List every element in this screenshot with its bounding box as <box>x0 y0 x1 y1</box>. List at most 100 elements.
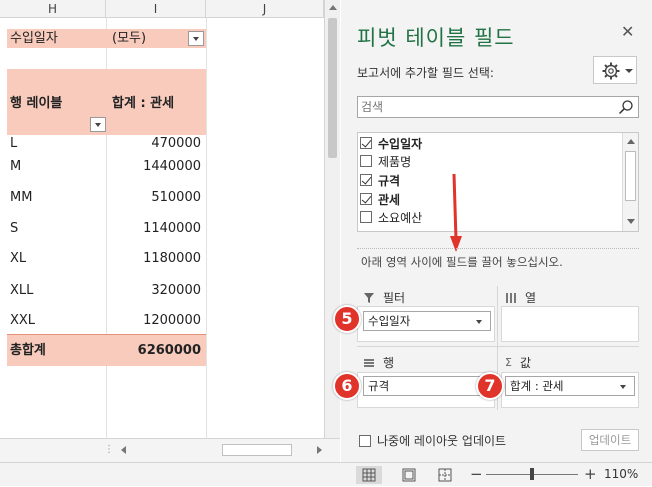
search-icon[interactable] <box>618 99 634 115</box>
value-field-pill[interactable]: 합계 : 관세 <box>505 376 635 396</box>
filters-label-text: 필터 <box>383 291 406 305</box>
rows-area-label: 행 <box>363 354 394 371</box>
columns-icon <box>506 292 516 303</box>
column-header-i[interactable]: I <box>106 0 206 18</box>
row-label: M <box>10 159 22 174</box>
field-checkbox[interactable] <box>360 193 372 205</box>
zoom-slider-handle[interactable] <box>530 468 534 480</box>
defer-layout-update[interactable]: 나중에 레이아웃 업데이트 <box>359 432 506 449</box>
zoom-in-button[interactable]: + <box>584 465 597 483</box>
status-bar: − + 110% <box>0 462 652 486</box>
field-name: 규격 <box>378 173 401 188</box>
columns-label-text: 열 <box>525 291 537 305</box>
gear-icon <box>602 62 633 80</box>
pane-subtitle: 보고서에 추가할 필드 선택: <box>357 66 494 80</box>
page-break-view-button[interactable] <box>432 466 458 484</box>
update-button[interactable]: 업데이트 <box>581 429 639 451</box>
scroll-down-icon[interactable] <box>627 219 635 224</box>
zoom-level[interactable]: 110% <box>604 467 638 481</box>
defer-label: 나중에 레이아웃 업데이트 <box>377 434 507 448</box>
grid-line <box>206 18 207 438</box>
field-item[interactable]: 규격 <box>360 171 400 189</box>
row-value: 510000 <box>151 190 201 205</box>
horizontal-scrollbar[interactable]: ⋮ <box>0 438 340 462</box>
sheet-splitter-icon[interactable]: ⋮ <box>104 444 114 455</box>
defer-checkbox[interactable] <box>359 434 371 447</box>
sigma-icon: Σ <box>505 356 512 369</box>
field-checkbox[interactable] <box>360 174 372 186</box>
row-label: XLL <box>10 283 34 298</box>
filter-dropdown-button[interactable] <box>188 31 204 46</box>
filters-area-label: 필터 <box>363 289 405 306</box>
field-name: 수입일자 <box>378 136 423 151</box>
page-layout-view-button[interactable] <box>396 466 422 484</box>
row-label: XL <box>10 251 27 266</box>
tools-button[interactable] <box>593 56 637 84</box>
grand-total-value: 6260000 <box>137 343 201 358</box>
scroll-up-icon[interactable] <box>329 5 337 10</box>
field-list-scrollbar[interactable] <box>622 133 638 231</box>
rows-icon <box>364 358 374 367</box>
worksheet: H I J 수입일자 (모두) 행 레이블 합계 : 관세 L 470000 M… <box>0 0 340 462</box>
values-area-label: Σ 값 <box>505 354 531 371</box>
vertical-scrollbar[interactable] <box>324 0 340 438</box>
divider <box>357 248 639 249</box>
field-item[interactable]: 제품명 <box>360 152 411 170</box>
field-search-input[interactable] <box>358 97 608 117</box>
scroll-left-icon[interactable] <box>118 443 132 457</box>
row-value: 470000 <box>151 136 201 151</box>
filter-field-pill[interactable]: 수입일자 <box>363 311 491 331</box>
field-name: 소요예산 <box>378 210 423 225</box>
vertical-scroll-thumb[interactable] <box>328 18 337 158</box>
field-item[interactable]: 수입일자 <box>360 134 422 152</box>
column-header-h[interactable]: H <box>0 0 106 18</box>
row-value: 1140000 <box>143 221 201 236</box>
rows-label-text: 행 <box>383 356 395 370</box>
row-value: 1200000 <box>143 313 201 328</box>
field-list-scroll-thumb[interactable] <box>625 151 636 201</box>
filter-value[interactable]: (모두) <box>112 30 146 48</box>
columns-drop-area[interactable] <box>501 306 639 342</box>
row-label: S <box>10 221 19 236</box>
close-icon[interactable]: ✕ <box>621 22 634 41</box>
grand-total-label: 총합계 <box>10 343 46 358</box>
row-value: 320000 <box>151 283 201 298</box>
field-checkbox[interactable] <box>360 211 372 223</box>
area-divider <box>357 346 639 347</box>
row-labels-dropdown-button[interactable] <box>90 117 106 132</box>
page-layout-icon <box>402 468 416 482</box>
field-item[interactable]: 소요예산 <box>360 208 422 226</box>
values-label-text: 값 <box>519 356 531 370</box>
row-labels-header: 행 레이블 <box>10 96 63 111</box>
row-field-pill[interactable]: 규격 <box>363 376 491 396</box>
row-value: 1180000 <box>143 251 201 266</box>
field-checkbox[interactable] <box>360 155 372 167</box>
row-label: MM <box>10 190 33 205</box>
scroll-right-icon[interactable] <box>312 443 326 457</box>
horizontal-scroll-thumb[interactable] <box>222 444 292 456</box>
row-label: L <box>10 136 18 151</box>
pane-title: 피벗 테이블 필드 <box>357 26 515 50</box>
grid-view-icon <box>362 468 376 482</box>
field-name: 제품명 <box>378 154 412 169</box>
zoom-out-button[interactable]: − <box>470 465 483 483</box>
field-name: 관세 <box>378 192 401 207</box>
filter-icon <box>364 292 374 303</box>
page-break-icon <box>438 468 452 482</box>
field-list: 수입일자 제품명 규격 관세 소요예산 <box>357 132 639 232</box>
filter-label: 수입일자 <box>10 31 58 46</box>
step-badge: 5 <box>333 305 361 333</box>
sum-header: 합계 : 관세 <box>112 96 175 111</box>
drag-hint-text: 아래 영역 사이에 필드를 끌어 놓으십시오. <box>361 255 563 269</box>
row-value: 1440000 <box>143 159 201 174</box>
row-label: XXL <box>10 313 36 328</box>
column-header-j[interactable]: J <box>206 0 324 18</box>
step-badge: 7 <box>476 372 504 400</box>
normal-view-button[interactable] <box>356 466 382 484</box>
search-box <box>357 96 639 118</box>
field-checkbox[interactable] <box>360 137 372 149</box>
columns-area-label: 열 <box>505 289 536 306</box>
arrow-annotation-icon <box>450 173 462 252</box>
field-item[interactable]: 관세 <box>360 190 400 208</box>
scroll-up-icon[interactable] <box>627 139 635 144</box>
